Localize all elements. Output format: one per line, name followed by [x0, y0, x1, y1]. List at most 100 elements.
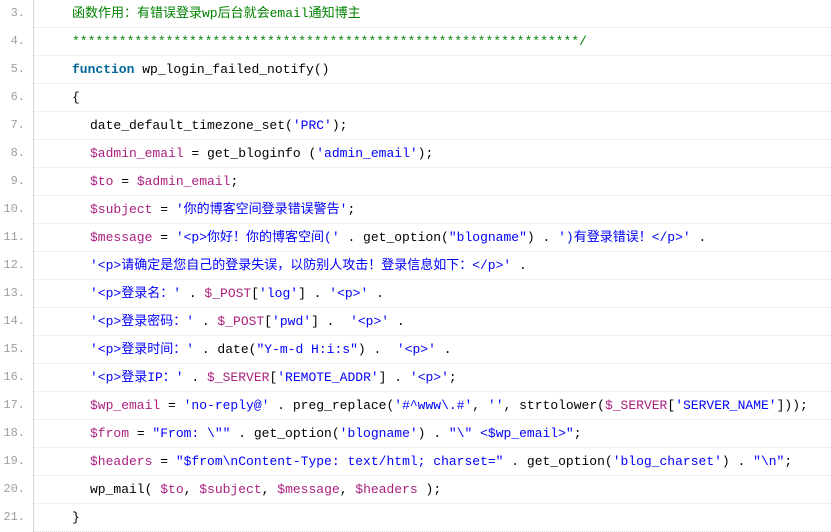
token-var: $headers — [355, 482, 417, 497]
token-string: '<p>登录密码：' — [90, 314, 194, 329]
token-string: '<p>登录时间：' — [90, 342, 194, 357]
line-content: '<p>请确定是您自己的登录失误，以防别人攻击！登录信息如下：</p>' . — [34, 252, 831, 280]
token-plain: . get_option( — [340, 230, 449, 245]
token-var: $_SERVER — [605, 398, 667, 413]
token-string: "\" <$wp_email>" — [449, 426, 574, 441]
token-plain: . — [511, 258, 527, 273]
token-string: 'REMOTE_ADDR' — [277, 370, 378, 385]
token-plain: ] . — [298, 286, 329, 301]
token-var: $message — [277, 482, 339, 497]
line-content: '<p>登录名：' . $_POST['log'] . '<p>' . — [34, 280, 831, 308]
token-var: $headers — [90, 454, 152, 469]
token-var: $to — [160, 482, 183, 497]
token-plain: ) . — [722, 454, 753, 469]
token-comment: ****************************************… — [72, 34, 587, 49]
line-number: 6. — [0, 84, 34, 112]
token-string: '' — [488, 398, 504, 413]
token-string: 'pwd' — [272, 314, 311, 329]
token-plain: ; — [574, 426, 582, 441]
token-plain: [ — [264, 314, 272, 329]
line-number: 16. — [0, 364, 34, 392]
line-content: { — [34, 84, 831, 112]
token-var: $subject — [199, 482, 261, 497]
line-number: 9. — [0, 168, 34, 196]
code-line: 13.'<p>登录名：' . $_POST['log'] . '<p>' . — [0, 280, 831, 308]
token-string: 'admin_email' — [316, 146, 417, 161]
token-string: "blogname" — [449, 230, 527, 245]
token-plain: } — [72, 510, 80, 525]
line-content: $message = '<p>你好！你的博客空间(' . get_option(… — [34, 224, 831, 252]
token-plain: ] . — [379, 370, 410, 385]
token-plain: . — [436, 342, 452, 357]
line-number: 5. — [0, 56, 34, 84]
token-funcname: strtolower — [519, 398, 597, 413]
token-var: $subject — [90, 202, 152, 217]
token-var: $from — [90, 426, 129, 441]
token-plain: . — [181, 286, 204, 301]
token-plain: . — [194, 342, 217, 357]
line-number: 4. — [0, 28, 34, 56]
code-block: 3.函数作用：有错误登录wp后台就会email通知博主4. ***********… — [0, 0, 831, 532]
token-plain: , — [184, 482, 200, 497]
code-line: 5.function wp_login_failed_notify() — [0, 56, 831, 84]
line-number: 12. — [0, 252, 34, 280]
line-number: 10. — [0, 196, 34, 224]
token-plain: ) . — [527, 230, 558, 245]
token-string: '<p>' — [350, 314, 389, 329]
code-line: 15.'<p>登录时间：' . date("Y-m-d H:i:s") . '<… — [0, 336, 831, 364]
line-number: 3. — [0, 0, 34, 28]
token-string: 'PRC' — [293, 118, 332, 133]
token-plain: . — [368, 286, 384, 301]
line-number: 20. — [0, 476, 34, 504]
token-string: 'log' — [259, 286, 298, 301]
code-line: 10.$subject = '你的博客空间登录错误警告'; — [0, 196, 831, 224]
token-plain: ; — [449, 370, 457, 385]
line-content: '<p>登录密码：' . $_POST['pwd'] . '<p>' . — [34, 308, 831, 336]
line-content: $to = $admin_email; — [34, 168, 831, 196]
token-var: $_SERVER — [207, 370, 269, 385]
token-plain: date_default_timezone_set( — [90, 118, 293, 133]
code-line: 16.'<p>登录IP：' . $_SERVER['REMOTE_ADDR'] … — [0, 364, 831, 392]
token-plain: ); — [332, 118, 348, 133]
token-string: '<p>' — [397, 342, 436, 357]
token-plain: = get_bloginfo ( — [184, 146, 317, 161]
token-plain: ; — [230, 174, 238, 189]
token-plain: ; — [784, 454, 792, 469]
line-number: 18. — [0, 420, 34, 448]
line-content: date_default_timezone_set('PRC'); — [34, 112, 831, 140]
line-content: $headers = "$from\nContent-Type: text/ht… — [34, 448, 831, 476]
line-content: 函数作用：有错误登录wp后台就会email通知博主 — [34, 0, 831, 28]
line-number: 21. — [0, 504, 34, 532]
token-plain: ) . — [358, 342, 397, 357]
token-string: '<p>登录IP：' — [90, 370, 184, 385]
code-line: 9.$to = $admin_email; — [0, 168, 831, 196]
token-plain: ); — [418, 482, 441, 497]
code-line: 17.$wp_email = 'no-reply@' . preg_replac… — [0, 392, 831, 420]
line-number: 7. — [0, 112, 34, 140]
token-plain: ( — [597, 398, 605, 413]
code-line: 6.{ — [0, 84, 831, 112]
token-plain: , — [340, 482, 356, 497]
token-var: $to — [90, 174, 113, 189]
token-plain: [ — [251, 286, 259, 301]
token-plain: = — [152, 454, 175, 469]
code-line: 7.date_default_timezone_set('PRC'); — [0, 112, 831, 140]
token-plain: wp_mail( — [90, 482, 160, 497]
line-content: ****************************************… — [34, 28, 831, 56]
token-plain: ) . — [418, 426, 449, 441]
token-plain: ])); — [777, 398, 808, 413]
token-plain: . get_option( — [230, 426, 339, 441]
token-plain: , — [504, 398, 520, 413]
token-string: '<p>你好！你的博客空间(' — [176, 230, 340, 245]
token-string: 'no-reply@' — [184, 398, 270, 413]
token-plain: . — [691, 230, 707, 245]
line-number: 19. — [0, 448, 34, 476]
line-number: 11. — [0, 224, 34, 252]
line-number: 15. — [0, 336, 34, 364]
token-funcname: date — [217, 342, 248, 357]
token-plain: . get_option( — [503, 454, 612, 469]
token-string: 'blogname' — [340, 426, 418, 441]
token-plain: ; — [347, 202, 355, 217]
token-string: '#^www\.#' — [394, 398, 472, 413]
code-line: 20.wp_mail( $to, $subject, $message, $he… — [0, 476, 831, 504]
